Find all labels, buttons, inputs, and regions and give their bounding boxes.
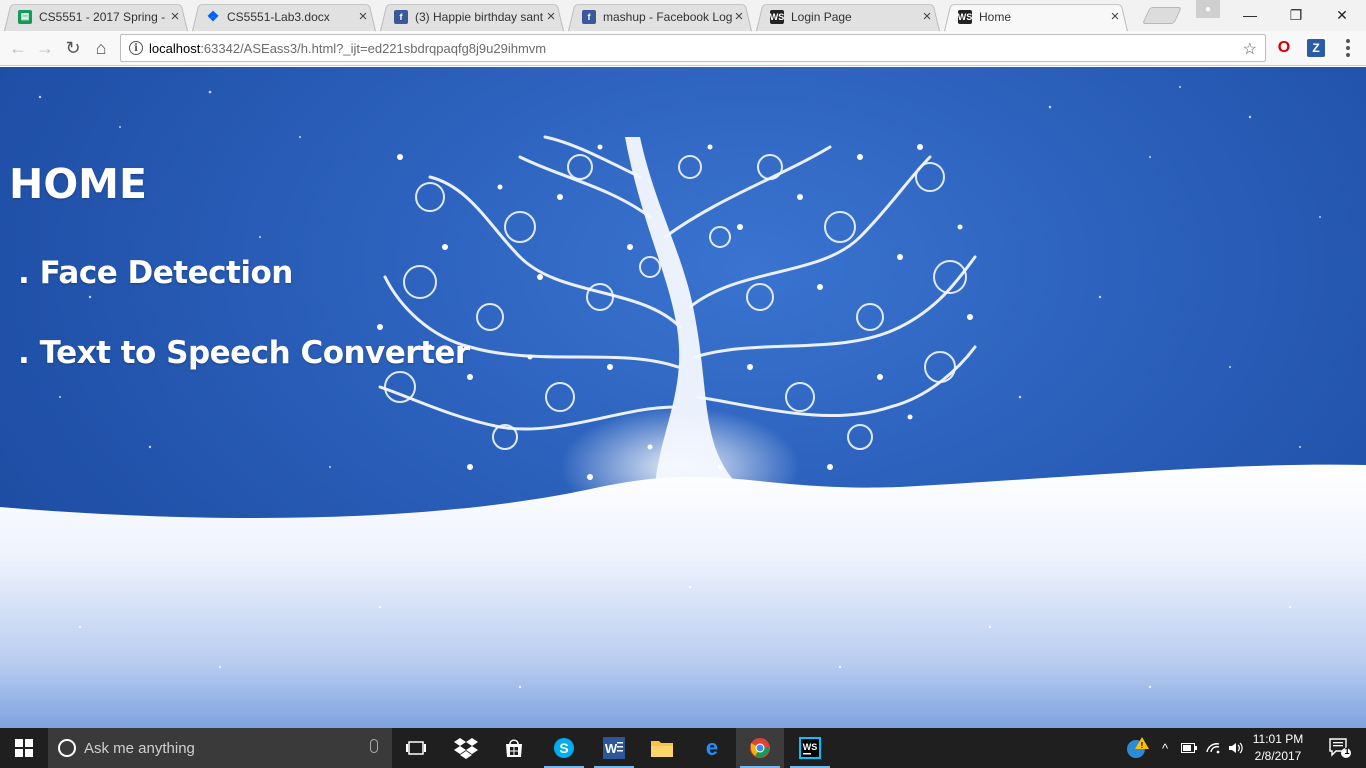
facebook-icon: f xyxy=(394,9,408,24)
facebook-icon: f xyxy=(582,9,596,24)
svg-text:e: e xyxy=(706,737,718,759)
tab-title: (3) Happie birthday sant xyxy=(415,9,544,24)
url-host: localhost xyxy=(149,40,201,56)
browser-menu-icon[interactable] xyxy=(1340,38,1356,58)
restore-button[interactable]: ❐ xyxy=(1273,0,1319,30)
clock-date: 2/8/2017 xyxy=(1254,749,1302,763)
browser-toolbar: ← → ↻ ⌂ i localhost:63342/ASEass3/h.html… xyxy=(0,31,1366,66)
winter-tree-background xyxy=(0,86,1366,728)
close-icon[interactable]: × xyxy=(356,9,370,24)
windows-taskbar: Ask me anything S W e WS ! ^ 11:01 PM 2/ xyxy=(0,728,1366,768)
edge-icon[interactable]: e xyxy=(688,728,736,768)
url-path: :63342/ASEass3/h.html?_ijt=ed221sbdrqpaq… xyxy=(200,40,547,56)
tab-happie-birthday[interactable]: f (3) Happie birthday sant × xyxy=(376,2,568,31)
tab-login-page[interactable]: WS Login Page × xyxy=(752,2,944,31)
zotero-extension-icon[interactable]: Z xyxy=(1307,39,1325,57)
tab-cs5551-spring[interactable]: ▤ CS5551 - 2017 Spring - × xyxy=(0,2,192,31)
svg-text:WS: WS xyxy=(803,742,818,752)
back-button[interactable]: ← xyxy=(6,36,30,60)
close-icon[interactable]: × xyxy=(1108,9,1122,24)
tab-title: Home xyxy=(979,9,1012,24)
svg-text:!: ! xyxy=(1141,741,1144,750)
search-placeholder: Ask me anything xyxy=(84,739,195,757)
dropbox-icon[interactable] xyxy=(442,728,490,768)
wifi-icon[interactable] xyxy=(1204,728,1222,768)
sheets-icon: ▤ xyxy=(18,9,32,24)
network-warning-icon[interactable]: ! xyxy=(1122,728,1152,768)
battery-icon[interactable] xyxy=(1180,728,1198,768)
word-icon[interactable]: W xyxy=(590,728,638,768)
close-icon[interactable]: × xyxy=(168,9,182,24)
text-to-speech-link[interactable]: . Text to Speech Converter xyxy=(18,335,470,371)
bookmark-star-icon[interactable]: ☆ xyxy=(1243,39,1257,59)
notification-count: 1 xyxy=(1344,746,1350,756)
task-view-icon[interactable] xyxy=(392,728,440,768)
tab-title: CS5551 - 2017 Spring - xyxy=(39,9,166,24)
close-icon[interactable]: × xyxy=(544,9,558,24)
windows-logo-icon xyxy=(15,739,33,757)
opera-extension-icon[interactable]: O xyxy=(1275,39,1293,57)
webstorm-icon: WS xyxy=(957,9,973,24)
clock-time: 11:01 PM xyxy=(1252,732,1304,746)
file-explorer-icon[interactable] xyxy=(638,728,686,768)
forward-button[interactable]: → xyxy=(33,36,57,60)
new-tab-button[interactable] xyxy=(1142,7,1182,24)
webstorm-icon[interactable]: WS xyxy=(786,728,834,768)
close-icon[interactable]: × xyxy=(920,9,934,24)
svg-text:S: S xyxy=(559,740,568,756)
show-hidden-icons-chevron-icon[interactable]: ^ xyxy=(1156,728,1174,768)
start-button[interactable] xyxy=(0,728,48,768)
skype-icon[interactable]: S xyxy=(540,728,588,768)
system-clock[interactable]: 11:01 PM 2/8/2017 xyxy=(1246,731,1310,765)
chrome-icon[interactable] xyxy=(736,728,784,768)
cortana-search-box[interactable]: Ask me anything xyxy=(48,728,392,768)
webstorm-icon: WS xyxy=(769,9,785,24)
svg-text:W: W xyxy=(605,741,618,756)
page-content: HOME . Face Detection . Text to Speech C… xyxy=(0,67,1366,728)
cortana-icon xyxy=(58,739,76,757)
store-icon[interactable] xyxy=(490,728,538,768)
home-button[interactable]: ⌂ xyxy=(89,36,113,60)
tab-strip: ▤ CS5551 - 2017 Spring - × ❖ CS5551-Lab3… xyxy=(0,0,1366,31)
microphone-icon[interactable] xyxy=(370,739,378,753)
dropbox-icon: ❖ xyxy=(206,8,220,24)
reload-button[interactable]: ↻ xyxy=(61,36,85,60)
face-detection-link[interactable]: . Face Detection xyxy=(18,255,293,291)
action-center-icon[interactable]: 1 xyxy=(1320,728,1360,768)
profile-icon[interactable]: ● xyxy=(1196,0,1220,18)
close-icon[interactable]: × xyxy=(732,9,746,24)
tab-home[interactable]: WS Home × xyxy=(940,2,1132,31)
volume-icon[interactable] xyxy=(1226,728,1246,768)
close-window-button[interactable]: ✕ xyxy=(1319,0,1365,30)
address-bar[interactable]: i localhost:63342/ASEass3/h.html?_ijt=ed… xyxy=(120,34,1266,62)
tab-title: Login Page xyxy=(791,9,852,24)
tab-title: mashup - Facebook Log xyxy=(603,9,732,24)
tab-mashup-facebook[interactable]: f mashup - Facebook Log × xyxy=(564,2,756,31)
info-icon[interactable]: i xyxy=(129,41,143,55)
tab-title: CS5551-Lab3.docx xyxy=(227,9,330,24)
minimize-button[interactable]: — xyxy=(1227,0,1273,30)
page-title: HOME xyxy=(9,160,147,208)
tab-cs5551-lab3[interactable]: ❖ CS5551-Lab3.docx × xyxy=(188,2,380,31)
